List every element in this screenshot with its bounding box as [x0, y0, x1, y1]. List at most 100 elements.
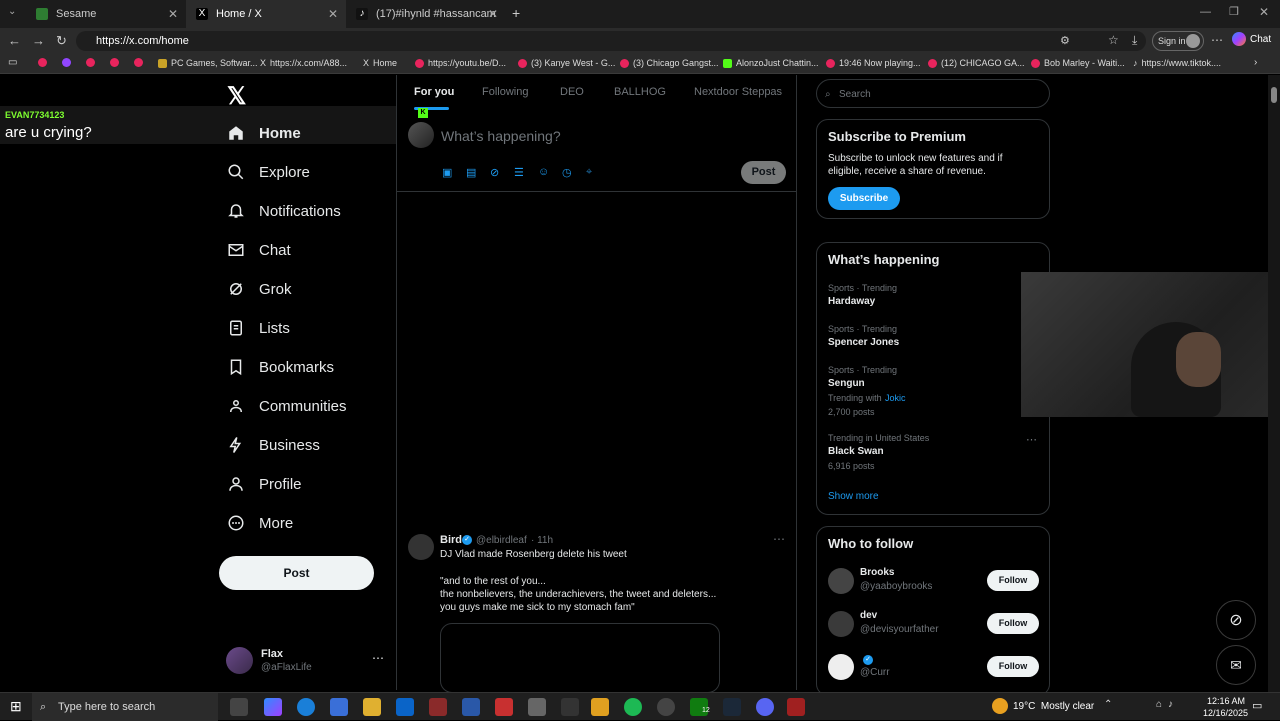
show-more-link[interactable]: Show more — [828, 491, 879, 502]
tab-sesame[interactable]: Sesame ✕ — [26, 0, 186, 28]
messages-float-button[interactable]: ✉ — [1216, 645, 1256, 685]
bookmark-youtube[interactable] — [86, 58, 95, 67]
sidebar-toggle-icon[interactable]: ▭ — [8, 57, 17, 68]
app-icon[interactable] — [787, 698, 805, 716]
bookmark-youtube[interactable] — [134, 58, 143, 67]
steam-icon[interactable] — [723, 698, 741, 716]
edge-icon[interactable] — [297, 698, 315, 716]
bookmark-item[interactable]: Xhttps://x.com/A88... — [260, 58, 347, 68]
bookmark-youtube[interactable] — [38, 58, 47, 67]
forward-icon[interactable]: → — [32, 33, 45, 48]
network-icon[interactable]: ⌂ — [1156, 699, 1162, 710]
search-input[interactable]: ⌕ Search — [816, 79, 1050, 108]
gif-icon[interactable]: ▤ — [466, 166, 476, 179]
minimize-icon[interactable]: — — [1200, 6, 1211, 18]
reload-icon[interactable]: ↻ — [56, 33, 67, 49]
post-button[interactable]: Post — [219, 556, 374, 590]
weather-text[interactable]: 19°C Mostly clear — [1013, 701, 1094, 712]
nav-more[interactable]: More — [227, 514, 293, 532]
app-icon[interactable] — [657, 698, 675, 716]
nav-bookmarks[interactable]: Bookmarks — [227, 358, 334, 376]
tab-following[interactable]: Following — [482, 86, 528, 98]
bookmark-item[interactable]: (3) Kanye West - G... — [518, 58, 615, 68]
trend-link[interactable]: Jokic — [885, 393, 906, 403]
tweet-media[interactable] — [440, 623, 720, 693]
x-logo-icon[interactable]: 𝕏 — [227, 82, 246, 111]
restore-icon[interactable]: ❐ — [1229, 5, 1239, 18]
more-icon[interactable]: ⋯ — [372, 651, 384, 665]
bookmark-item[interactable]: X Home — [363, 58, 397, 68]
bookmark-youtube[interactable] — [110, 58, 119, 67]
tweet-author[interactable]: Bird — [440, 534, 462, 546]
bookmark-twitch[interactable] — [62, 58, 71, 67]
url-field[interactable]: https://x.com/home — [76, 31, 1146, 51]
tab-nextdoor-steppas[interactable]: Nextdoor Steppas — [694, 86, 782, 98]
tab-deo[interactable]: DEO — [560, 86, 584, 98]
tray-chevron-icon[interactable]: ⌃ — [1104, 699, 1112, 710]
bookmark-item[interactable]: https://youtu.be/D... — [415, 58, 506, 68]
copilot-icon[interactable] — [264, 698, 282, 716]
scrollbar[interactable] — [1268, 75, 1280, 692]
close-tab-icon[interactable]: ✕ — [328, 7, 338, 21]
scroll-thumb[interactable] — [1271, 87, 1277, 103]
bookmark-item[interactable]: 19:46 Now playing... — [826, 58, 921, 68]
app-icon[interactable] — [528, 698, 546, 716]
image-icon[interactable]: ▣ — [442, 166, 452, 179]
nav-lists[interactable]: Lists — [227, 319, 290, 337]
close-window-icon[interactable]: ✕ — [1259, 5, 1269, 19]
emoji-icon[interactable]: ☺ — [538, 166, 549, 178]
tab-list-chevron-icon[interactable]: ⌄ — [8, 6, 16, 17]
new-tab-icon[interactable]: + — [512, 5, 520, 21]
more-icon[interactable]: ⋯ — [1026, 433, 1037, 446]
clock-date[interactable]: 12/16/2025 — [1203, 708, 1248, 718]
clock-time[interactable]: 12:16 AM — [1207, 696, 1245, 706]
poll-icon[interactable]: ☰ — [514, 166, 524, 179]
nav-communities[interactable]: Communities — [227, 397, 347, 415]
outlook-icon[interactable] — [396, 698, 414, 716]
follow-button[interactable]: Follow — [987, 613, 1039, 634]
compose-post-button[interactable]: Post — [741, 161, 786, 184]
nav-chat[interactable]: Chat — [227, 241, 291, 259]
grok-icon[interactable]: ⊘ — [490, 166, 499, 179]
nav-notifications[interactable]: Notifications — [227, 202, 341, 220]
menu-icon[interactable]: ⋯ — [1211, 33, 1223, 47]
subscribe-button[interactable]: Subscribe — [828, 187, 900, 210]
app-icon[interactable] — [429, 698, 447, 716]
nav-profile[interactable]: Profile — [227, 475, 302, 493]
tab-tiktok[interactable]: ♪ (17)#ihynld #hassancampbell | ha ✕ — [346, 0, 506, 28]
taskbar-search[interactable]: ⌕ Type here to search — [32, 693, 218, 721]
copilot-chat-button[interactable]: Chat — [1232, 32, 1271, 46]
tab-home-x[interactable]: X Home / X ✕ — [186, 0, 346, 28]
nav-business[interactable]: Business — [227, 436, 320, 454]
app-icon[interactable] — [495, 698, 513, 716]
bookmark-item[interactable]: (12) CHICAGO GA... — [928, 58, 1025, 68]
tweet[interactable]: Bird ✓ @elbirdleaf · 11h ⋯ DJ Vlad made … — [397, 530, 796, 693]
back-icon[interactable]: ← — [8, 33, 21, 48]
close-tab-icon[interactable]: ✕ — [168, 7, 178, 21]
download-icon[interactable]: ⤓ — [1132, 33, 1137, 48]
app-icon[interactable] — [591, 698, 609, 716]
nav-home[interactable]: Home — [227, 124, 301, 142]
volume-icon[interactable]: ♪ — [1168, 699, 1173, 710]
notification-center-icon[interactable]: ▭ — [1252, 699, 1262, 712]
file-explorer-icon[interactable] — [363, 698, 381, 716]
compose-input[interactable]: What’s happening? — [441, 128, 561, 144]
follow-button[interactable]: Follow — [987, 570, 1039, 591]
location-icon[interactable]: ⌖ — [586, 166, 592, 179]
app-icon[interactable] — [462, 698, 480, 716]
bookmark-item[interactable]: ♪ https://www.tiktok.... — [1133, 58, 1221, 68]
bookmark-item[interactable]: (3) Chicago Gangst... — [620, 58, 719, 68]
extensions-icon[interactable]: ⚙ — [1060, 34, 1070, 47]
store-icon[interactable] — [330, 698, 348, 716]
nav-grok[interactable]: Grok — [227, 280, 292, 298]
tab-ballhog[interactable]: BALLHOG — [614, 86, 666, 98]
favorites-icon[interactable]: ☆ — [1108, 33, 1119, 47]
task-view-icon[interactable] — [230, 698, 248, 716]
windows-start-icon[interactable]: ⊞ — [10, 698, 22, 715]
schedule-icon[interactable]: ◷ — [562, 166, 572, 179]
spotify-icon[interactable] — [624, 698, 642, 716]
bookmarks-chevron-icon[interactable]: › — [1254, 57, 1257, 68]
close-tab-icon[interactable]: ✕ — [488, 7, 498, 21]
bookmark-item[interactable]: AlonzoJust Chattin... — [723, 58, 819, 68]
bookmark-item[interactable]: PC Games, Softwar... — [158, 58, 258, 68]
